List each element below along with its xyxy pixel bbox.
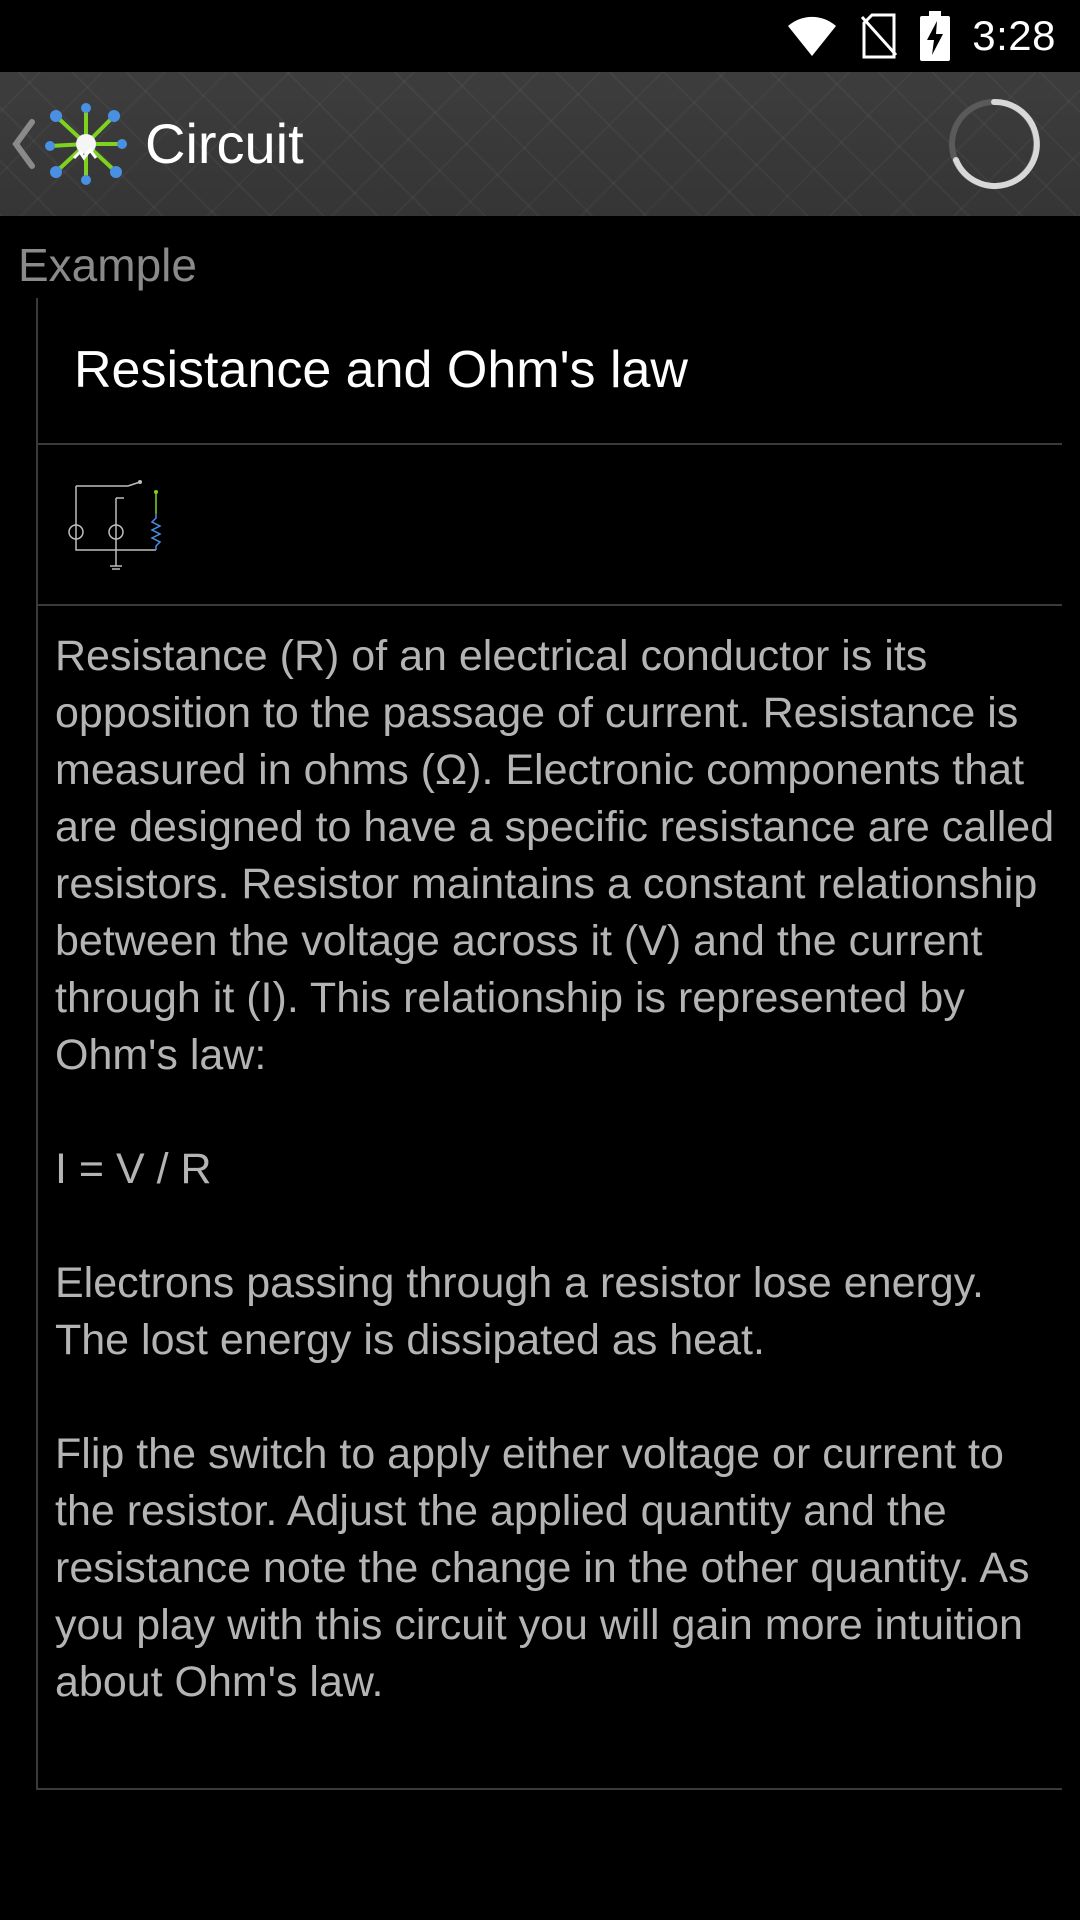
title-divider	[36, 443, 1062, 445]
wifi-icon	[788, 16, 837, 56]
back-chevron-icon[interactable]	[10, 116, 36, 172]
example-title[interactable]: Resistance and Ohm's law	[74, 340, 688, 400]
description-paragraph: Electrons passing through a resistor los…	[55, 1259, 984, 1364]
status-icons: 3:28	[786, 0, 1056, 72]
thumbnail-divider	[36, 604, 1062, 606]
no-sim-icon	[861, 13, 898, 59]
circuit-logo-icon[interactable]	[44, 102, 128, 186]
section-header: Example	[18, 239, 197, 291]
circuit-thumbnail[interactable]	[68, 478, 168, 574]
description-paragraph: Resistance (R) of an electrical conducto…	[55, 632, 1055, 1079]
description-paragraph: Flip the switch to apply either voltage …	[55, 1430, 1030, 1706]
status-time: 3:28	[972, 12, 1056, 59]
loading-spinner-icon	[949, 98, 1040, 189]
battery-charging-icon	[920, 11, 951, 61]
app-bar: Circuit	[0, 72, 1080, 216]
example-description: Resistance (R) of an electrical conducto…	[55, 628, 1055, 1711]
example-title-label: Resistance and Ohm's law	[74, 341, 688, 399]
app-title: Circuit	[145, 112, 304, 175]
status-bar: 3:28	[0, 0, 1080, 72]
formula: I = V / R	[55, 1145, 212, 1193]
